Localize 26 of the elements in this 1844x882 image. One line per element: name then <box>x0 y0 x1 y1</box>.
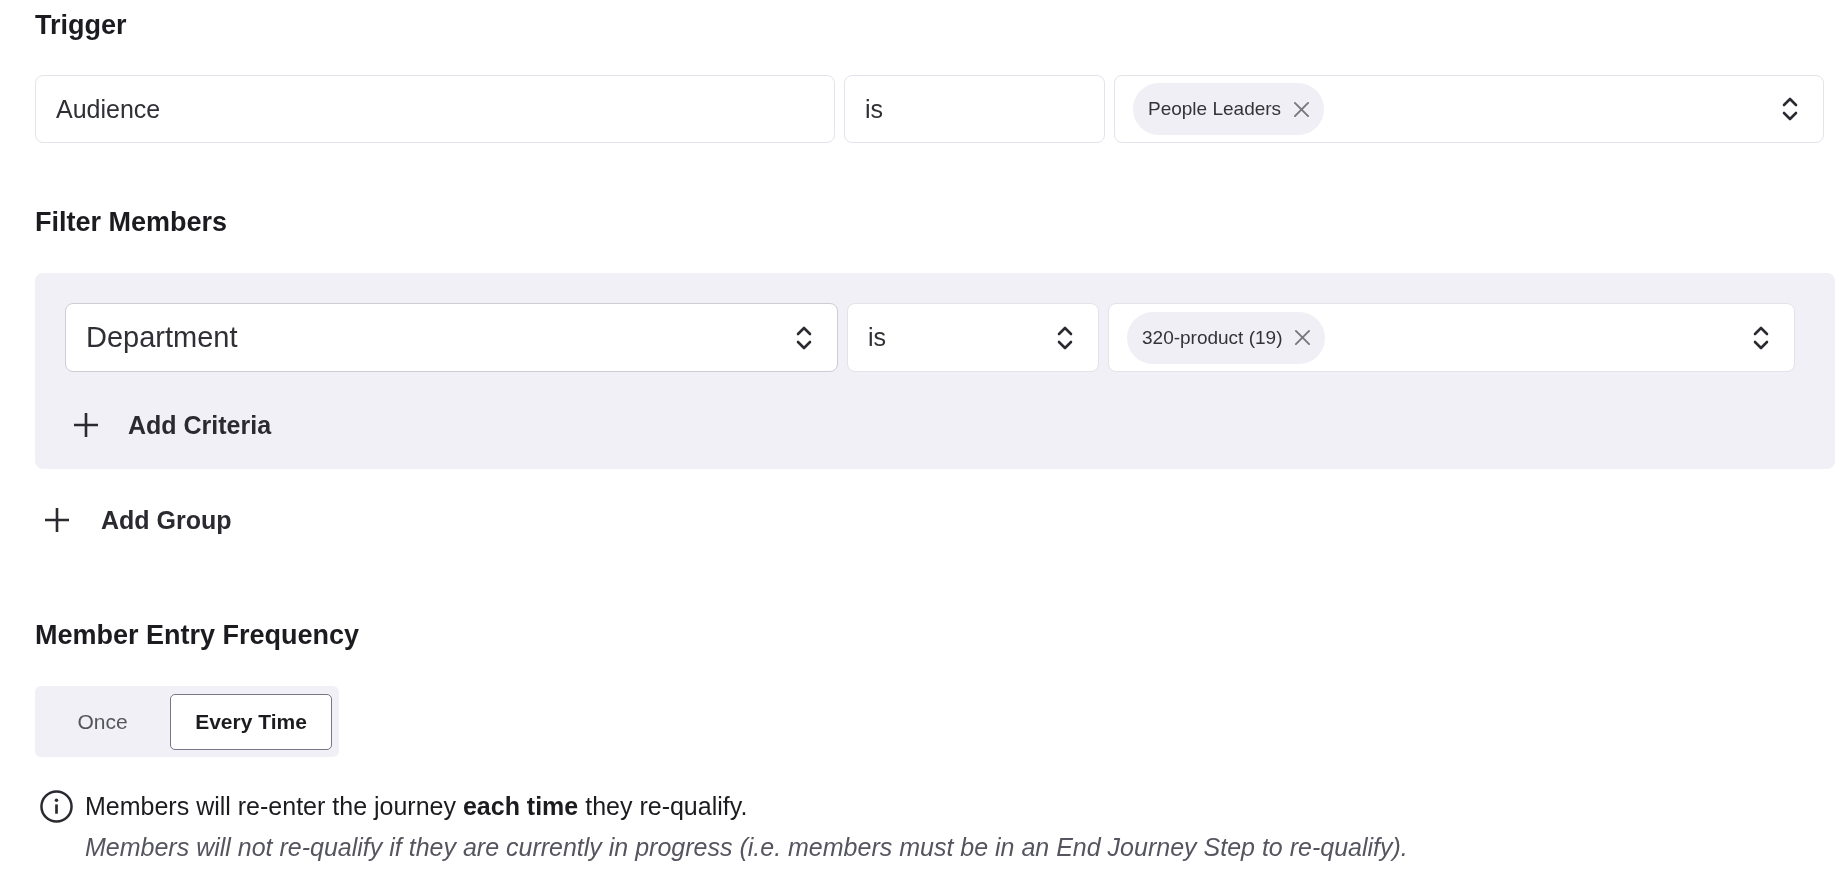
plus-icon <box>73 412 99 438</box>
segment-option[interactable]: Every Time <box>170 693 332 750</box>
chevron-updown-icon <box>796 324 812 351</box>
chevron-updown-icon <box>1782 96 1798 122</box>
chevron-updown-icon <box>1057 324 1073 351</box>
add-group-button[interactable]: Add Group <box>35 500 232 540</box>
close-icon[interactable] <box>1294 329 1312 346</box>
select-field[interactable]: is <box>847 303 1099 372</box>
section-heading: Member Entry Frequency <box>35 619 360 652</box>
segment-option[interactable]: Once <box>35 693 170 750</box>
select-field[interactable]: 320-product (19) <box>1108 303 1795 372</box>
input-field[interactable]: Audience <box>35 75 835 143</box>
select-field[interactable]: People Leaders <box>1114 75 1824 143</box>
chevron-updown-icon <box>1753 324 1769 351</box>
section-heading: Trigger <box>35 9 127 42</box>
plus-icon <box>44 507 70 533</box>
close-icon[interactable] <box>1293 100 1311 118</box>
info-icon <box>40 790 73 823</box>
section-heading: Filter Members <box>35 206 228 239</box>
tag-label: People Leaders <box>1148 98 1282 120</box>
tag-label: 320-product (19) <box>1142 326 1283 349</box>
info-text: Members will re-enter the journey each time they re-qualify. <box>85 791 749 822</box>
add-criteria-button[interactable]: Add Criteria <box>65 405 272 445</box>
input-field[interactable]: is <box>844 75 1105 143</box>
select-field[interactable]: Department <box>65 303 838 372</box>
info-note: Members will not re-qualify if they are currently in progress (i.e. members must be in an End Journey Step to re-qualify). <box>85 832 1408 863</box>
